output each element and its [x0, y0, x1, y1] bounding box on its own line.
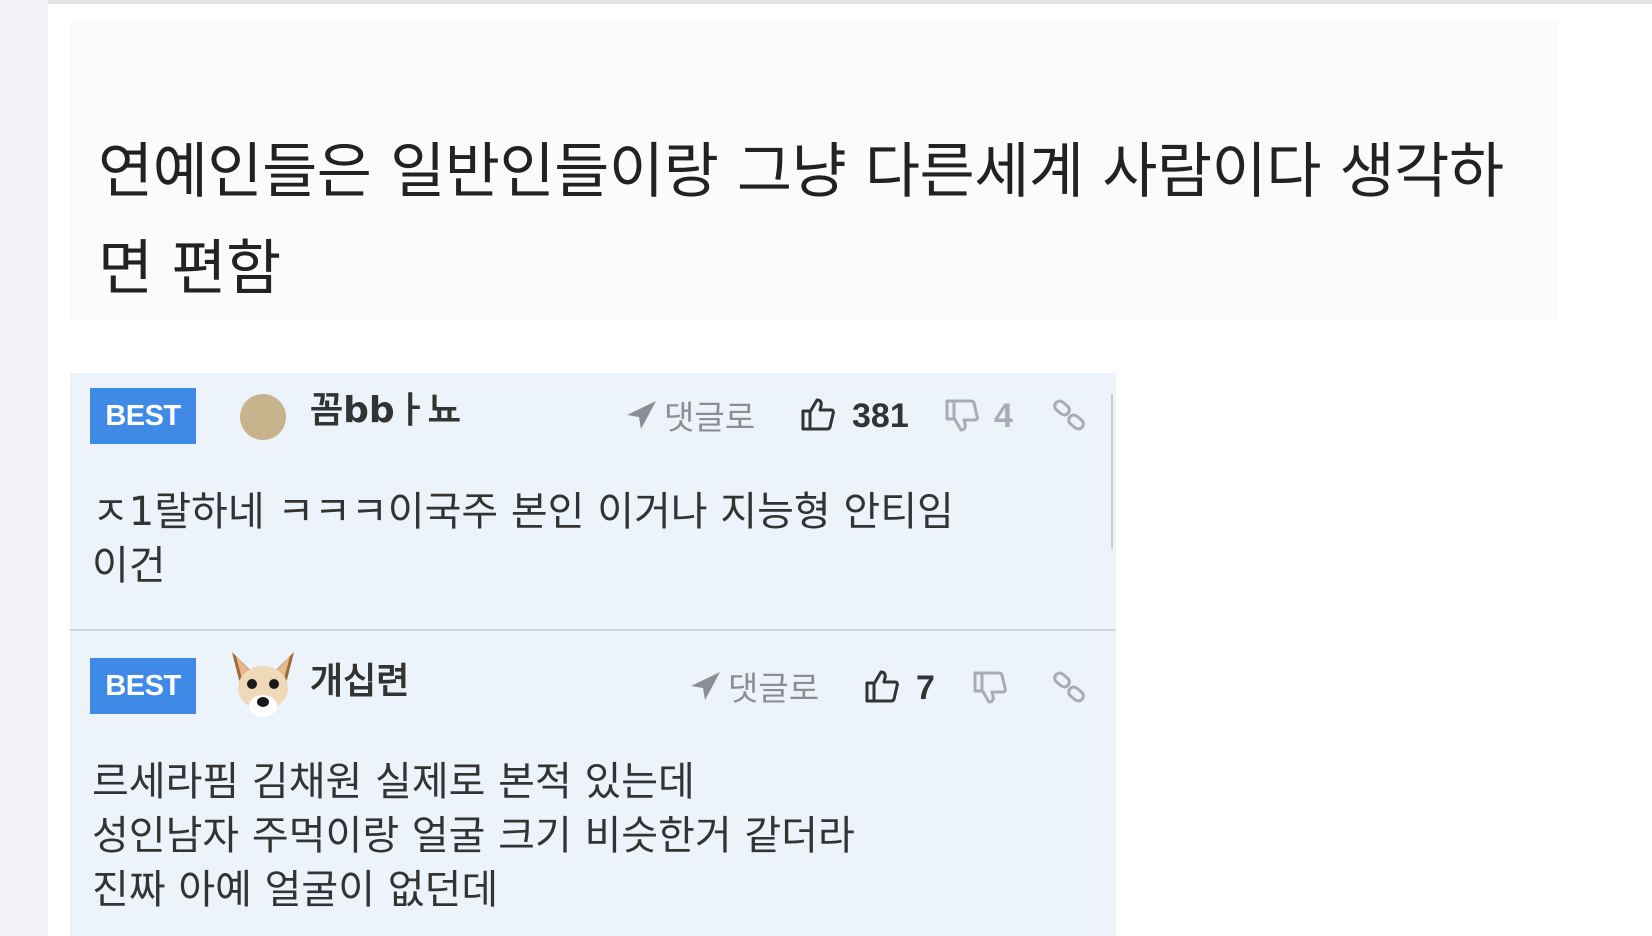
- top-border: [0, 0, 1652, 4]
- like-count: 381: [852, 397, 909, 435]
- scrollbar[interactable]: [1111, 394, 1113, 549]
- comment-text: ㅈ1랄하네 ㅋㅋㅋ이국주 본인 이거나 지능형 안티임 이건: [92, 489, 954, 589]
- left-gutter: [0, 0, 48, 936]
- dog-avatar-icon[interactable]: [226, 650, 300, 720]
- dislike-count: 4: [994, 397, 1013, 435]
- post-title: 연예인들은 일반인들이랑 그냥 다른세계 사람이다 생각하면 편함: [98, 137, 1504, 304]
- best-badge: BEST: [90, 658, 196, 714]
- reply-button[interactable]: 댓글로: [688, 664, 819, 708]
- reply-label: 댓글로: [728, 669, 820, 708]
- reply-button[interactable]: 댓글로: [624, 393, 755, 437]
- send-arrow-icon: [624, 398, 658, 432]
- reply-label: 댓글로: [664, 398, 756, 437]
- best-badge: BEST: [90, 388, 196, 444]
- thumbs-down-icon[interactable]: [944, 398, 980, 434]
- comment-divider: [70, 629, 1116, 631]
- send-arrow-icon: [688, 669, 722, 703]
- link-icon[interactable]: [1052, 398, 1086, 432]
- thumbs-up-icon[interactable]: [864, 668, 900, 704]
- link-icon[interactable]: [1052, 670, 1086, 704]
- avatar[interactable]: [240, 394, 286, 440]
- thumbs-up-icon[interactable]: [800, 396, 836, 432]
- comment-author[interactable]: 개십련: [310, 660, 409, 704]
- thumbs-down-icon[interactable]: [972, 670, 1008, 706]
- comment-author[interactable]: 꼼bbㅏ뇨: [310, 389, 461, 433]
- comment-text: 르세라핌 김채원 실제로 본적 있는데 성인남자 주먹이랑 얼굴 크기 비슷한거…: [92, 759, 855, 913]
- like-count: 7: [916, 669, 935, 707]
